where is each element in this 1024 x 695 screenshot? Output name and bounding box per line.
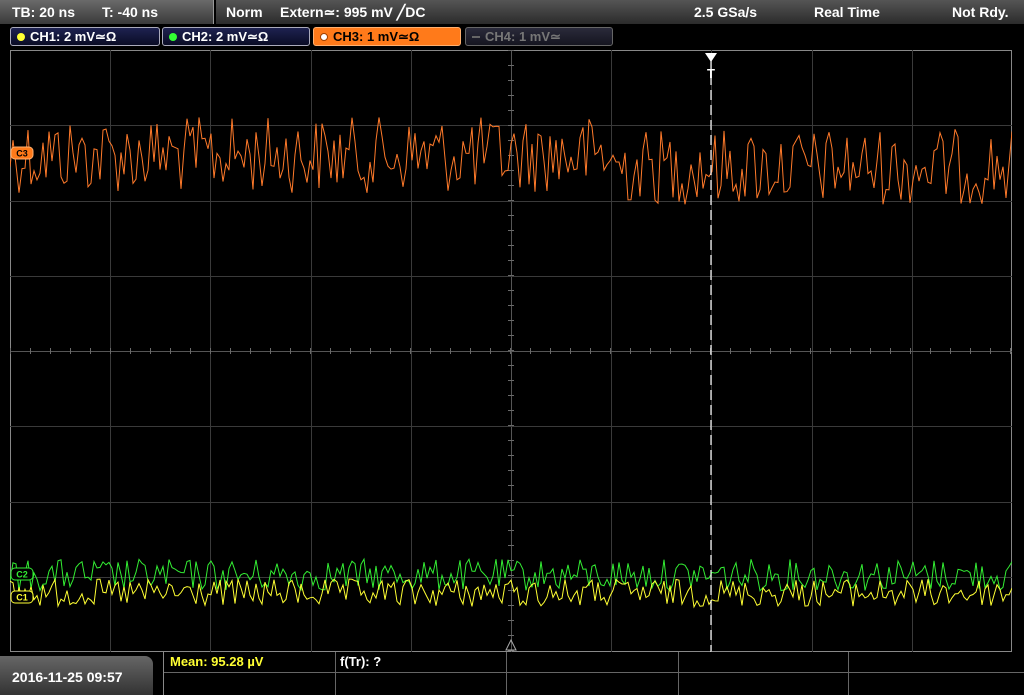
acq-mode-label[interactable]: Norm xyxy=(226,4,263,20)
channel-bar: CH1: 2 mV≃Ω CH2: 2 mV≃Ω CH3: 1 mV≃Ω CH4:… xyxy=(0,26,1024,48)
run-status-label: Not Rdy. xyxy=(952,4,1009,20)
measurement-ftr[interactable]: f(Tr): ? xyxy=(336,652,507,673)
ch2-dot-icon xyxy=(169,33,177,41)
ch3-label: CH3: 1 mV≃Ω xyxy=(333,29,420,44)
svg-text:C2: C2 xyxy=(16,570,28,580)
datetime-box: 2016-11-25 09:57 xyxy=(0,656,153,695)
trigger-source-label[interactable]: Extern≃: 995 mV ╱DC xyxy=(280,4,425,21)
timebase-box[interactable]: TB: 20 ns T: -40 ns xyxy=(0,0,214,24)
acquisition-status: Norm Extern≃: 995 mV ╱DC 2.5 GSa/s Real … xyxy=(216,0,1024,24)
ch3-level-marker[interactable]: C3 xyxy=(10,146,34,160)
ch2-level-marker[interactable]: C2 xyxy=(10,567,34,581)
waveform-display[interactable]: T C3 C2 C1 xyxy=(9,50,1013,652)
measurement-slot-10[interactable] xyxy=(849,673,1024,695)
waveform-svg: T C3 C2 C1 xyxy=(9,50,1013,652)
svg-text:C1: C1 xyxy=(16,593,28,603)
timebase-label[interactable]: TB: 20 ns xyxy=(12,4,75,20)
channel-button-ch4[interactable]: CH4: 1 mV≃ xyxy=(465,27,613,46)
ch1-level-marker[interactable]: C1 xyxy=(10,590,34,604)
measurement-panel: Mean: 95.28 µV f(Tr): ? xyxy=(163,652,1024,695)
measurement-slot-6[interactable] xyxy=(164,673,336,695)
measurement-slot-9[interactable] xyxy=(679,673,849,695)
measurement-slot-3[interactable] xyxy=(507,652,679,673)
trigger-label: T xyxy=(707,66,715,81)
channel-button-ch2[interactable]: CH2: 2 mV≃Ω xyxy=(162,27,310,46)
sample-rate-label[interactable]: 2.5 GSa/s xyxy=(694,4,757,20)
channel-button-ch3[interactable]: CH3: 1 mV≃Ω xyxy=(313,27,461,46)
top-status-bar: TB: 20 ns T: -40 ns Norm Extern≃: 995 mV… xyxy=(0,0,1024,25)
ftr-value: f(Tr): ? xyxy=(340,654,382,669)
trigger-time-label[interactable]: T: -40 ns xyxy=(102,4,158,20)
ch4-label: CH4: 1 mV≃ xyxy=(485,29,561,44)
ch1-label: CH1: 2 mV≃Ω xyxy=(30,29,117,44)
acq-type-label[interactable]: Real Time xyxy=(814,4,880,20)
measurement-slot-7[interactable] xyxy=(336,673,507,695)
ch4-dash-icon xyxy=(472,36,480,38)
svg-text:C3: C3 xyxy=(16,149,28,159)
bottom-bar: 2016-11-25 09:57 Mean: 95.28 µV f(Tr): ? xyxy=(0,652,1024,695)
datetime-label: 2016-11-25 09:57 xyxy=(12,669,123,685)
measurement-slot-4[interactable] xyxy=(679,652,849,673)
measurement-slot-8[interactable] xyxy=(507,673,679,695)
mean-value: Mean: 95.28 µV xyxy=(170,654,264,669)
ch1-dot-icon xyxy=(17,33,25,41)
ch3-dot-icon xyxy=(320,33,328,41)
channel-button-ch1[interactable]: CH1: 2 mV≃Ω xyxy=(10,27,160,46)
measurement-mean[interactable]: Mean: 95.28 µV xyxy=(164,652,336,673)
measurement-slot-5[interactable] xyxy=(849,652,1024,673)
ch2-label: CH2: 2 mV≃Ω xyxy=(182,29,269,44)
